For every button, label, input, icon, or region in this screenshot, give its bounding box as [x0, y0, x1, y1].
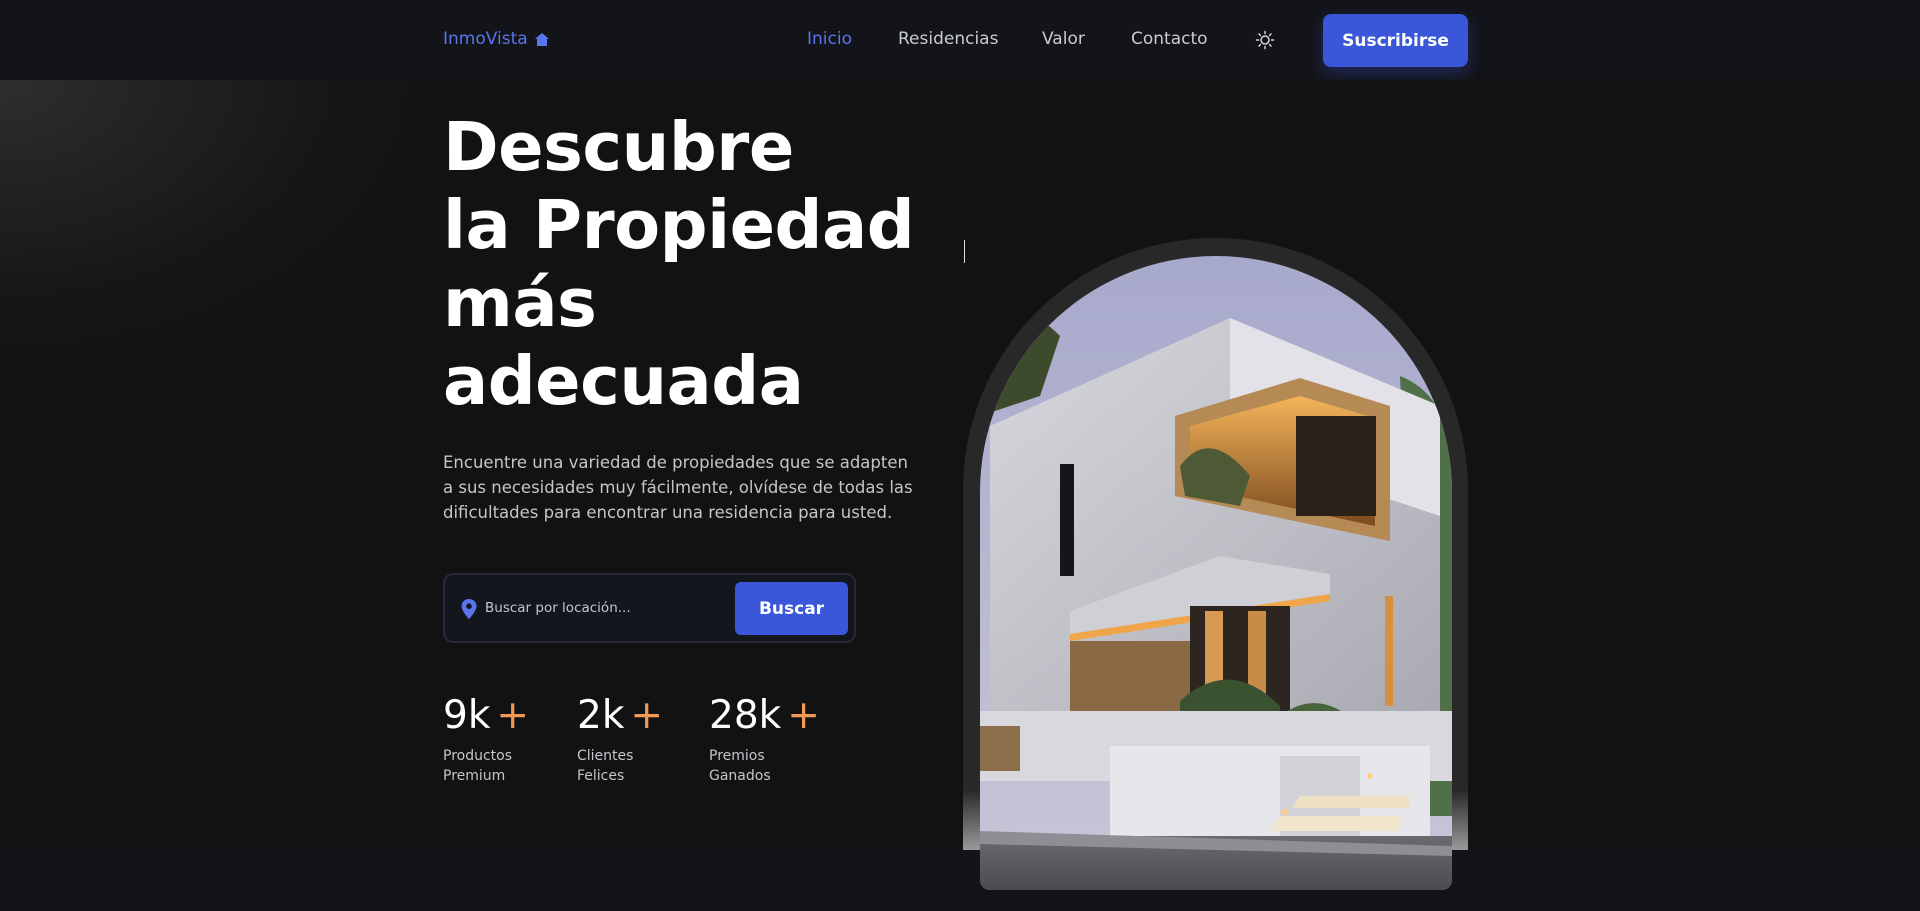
stat-number: 9k — [443, 693, 491, 738]
search-input[interactable] — [485, 590, 725, 626]
hero-section — [0, 80, 1920, 850]
hero-title-line: adecuada — [443, 342, 804, 420]
stat-item: 9k + Productos Premium — [443, 692, 533, 786]
stat-label: Premios Ganados — [709, 748, 771, 784]
search-box: Buscar — [443, 573, 856, 643]
stat-item: 28k + Premios Ganados — [709, 692, 820, 786]
nav-links: Inicio Residencias Valor Contacto — [0, 29, 1920, 53]
hero-title-line: más — [443, 264, 597, 342]
stat-number: 2k — [577, 693, 625, 738]
stat-plus: + — [630, 693, 664, 738]
stat-label: Productos Premium — [443, 748, 513, 784]
stat-plus: + — [496, 693, 530, 738]
nav-link-contacto[interactable]: Contacto — [1131, 29, 1208, 49]
stat-value: 2k + — [577, 692, 667, 740]
stat-value: 9k + — [443, 692, 533, 740]
hero-description: Encuentre una variedad de propiedades qu… — [443, 453, 913, 522]
footer-band — [0, 850, 1920, 911]
hero-title: Descubre la Propiedad más adecuada — [443, 108, 915, 420]
subscribe-button[interactable]: Suscribirse — [1323, 14, 1468, 67]
hero-title-line: Descubre — [443, 108, 794, 186]
house-photo — [980, 256, 1452, 890]
nav-link-valor[interactable]: Valor — [1042, 29, 1085, 49]
navbar: InmoVista Inicio Residencias Valor Conta… — [0, 0, 1920, 80]
search-button[interactable]: Buscar — [735, 582, 848, 635]
nav-link-residencias[interactable]: Residencias — [898, 29, 998, 49]
hero-title-line: la Propiedad — [443, 186, 915, 264]
nav-link-inicio[interactable]: Inicio — [807, 29, 852, 49]
stat-number: 28k — [709, 693, 782, 738]
stat-value: 28k + — [709, 692, 820, 740]
stats: 9k + Productos Premium 2k + Clientes Felic… — [443, 692, 903, 792]
location-pin-icon — [461, 599, 477, 619]
stat-item: 2k + Clientes Felices — [577, 692, 667, 786]
text-caret — [964, 240, 965, 263]
stat-label: Clientes Felices — [577, 748, 634, 784]
sun-icon[interactable] — [1255, 30, 1275, 50]
stat-plus: + — [787, 693, 820, 738]
